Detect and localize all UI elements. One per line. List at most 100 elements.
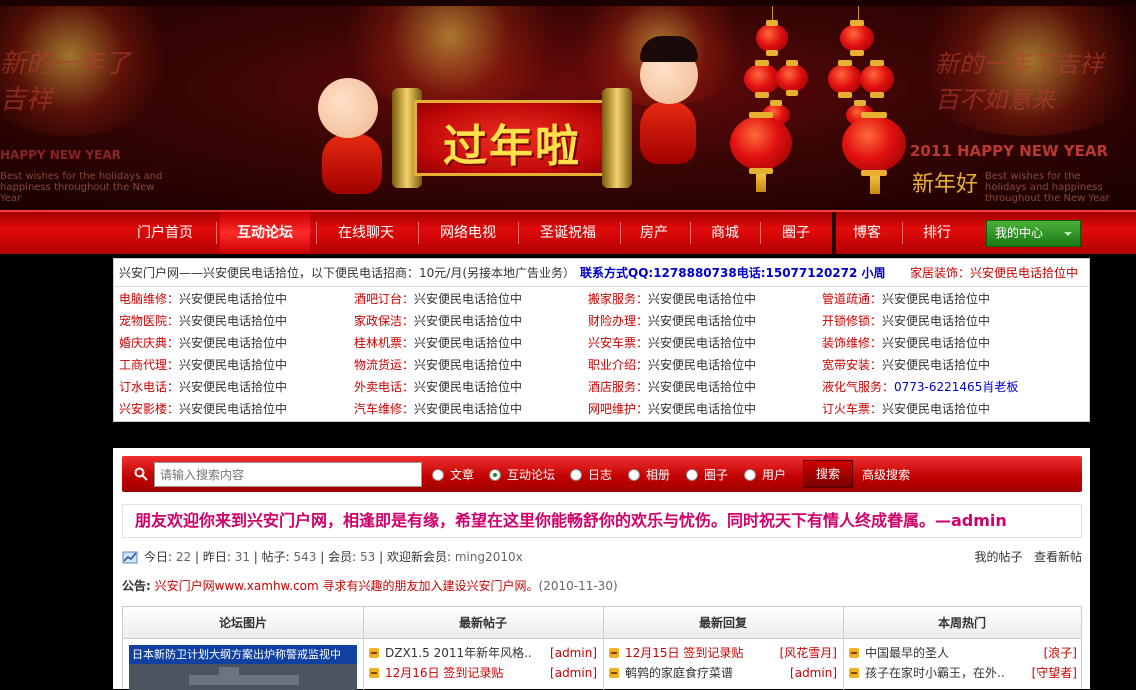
service-entry[interactable]: 搬家服务：兴安便民电话拾位中 [588, 288, 756, 310]
nav-home[interactable]: 门户首页 [120, 212, 210, 254]
thread-title[interactable]: DZX1.5 2011年新年风格.. [385, 646, 532, 660]
lantern-icon [860, 60, 894, 98]
thread-title[interactable]: 中国最早的圣人 [865, 646, 949, 660]
service-entry[interactable]: 财险办理：兴安便民电话拾位中 [588, 310, 756, 332]
service-key: 兴安车票： [588, 336, 649, 350]
service-entry[interactable]: 订水电话：兴安便民电话拾位中 [119, 376, 287, 398]
nav-tv[interactable]: 网络电视 [422, 212, 514, 254]
thread-title[interactable]: 12月15日 签到记录贴 [625, 646, 743, 660]
banner-happy-left: HAPPY NEW YEAR [0, 148, 121, 162]
list-item[interactable]: DZX1.5 2011年新年风格.. [admin] [369, 643, 597, 663]
service-entry[interactable]: 家政保洁：兴安便民电话拾位中 [354, 310, 522, 332]
service-key: 搬家服务： [588, 292, 649, 306]
service-key: 装饰维修： [822, 336, 883, 350]
thread-author[interactable]: [admin] [550, 663, 597, 683]
thread-icon [369, 648, 379, 658]
service-value: 兴安便民电话拾位中 [414, 358, 523, 372]
thread-author[interactable]: [风花雪月] [780, 643, 837, 663]
nav-christmas[interactable]: 圣诞祝福 [522, 212, 614, 254]
radio-icon [432, 469, 444, 481]
search-option-circle[interactable]: 圈子 [686, 467, 728, 483]
grid-header-latest-replies: 最新回复 [603, 607, 843, 639]
service-key: 开锁修锁： [822, 314, 883, 328]
service-key: 婚庆庆典： [119, 336, 180, 350]
search-option-album[interactable]: 相册 [628, 467, 670, 483]
service-entry[interactable]: 宽带安装：兴安便民电话拾位中 [822, 354, 990, 376]
thread-author[interactable]: [浪子] [1044, 643, 1077, 663]
service-entry[interactable]: 兴安影楼：兴安便民电话拾位中 [119, 398, 287, 420]
forum-picture[interactable]: 日本新防卫计划大纲方案出炉称警戒监视中 [129, 645, 357, 690]
service-entry[interactable]: 装饰维修：兴安便民电话拾位中 [822, 332, 990, 354]
service-entry[interactable]: 订火车票：兴安便民电话拾位中 [822, 398, 990, 420]
lantern-icon [828, 60, 862, 98]
today-count: 22 [175, 550, 192, 564]
stat-divider: | [191, 550, 203, 564]
nav-house[interactable]: 房产 [624, 212, 684, 254]
ship-shape [219, 667, 239, 677]
search-option-blog[interactable]: 日志 [570, 467, 612, 483]
list-item[interactable]: 中国最早的圣人 [浪子] [849, 643, 1077, 663]
lantern-icon [756, 20, 788, 56]
announcement-link[interactable]: 兴安门户网www.xamhw.com 寻求有兴趣的朋友加入建设兴安门户网。 [155, 579, 539, 593]
thread-author[interactable]: [admin] [790, 663, 837, 683]
nav-blog[interactable]: 博客 [838, 212, 896, 254]
service-entry[interactable]: 网吧维护：兴安便民电话拾位中 [588, 398, 756, 420]
list-item[interactable]: 12月15日 签到记录贴 [风花雪月] [609, 643, 837, 663]
list-item[interactable]: 12月16日 签到记录贴 [admin] [369, 663, 597, 683]
service-entry[interactable]: 管道疏通：兴安便民电话拾位中 [822, 288, 990, 310]
info-contact-text[interactable]: 联系方式QQ:1278880738电话:15077120272 小周 [580, 259, 886, 287]
picture-caption[interactable]: 日本新防卫计划大纲方案出炉称警戒监视中 [129, 645, 357, 664]
service-entry[interactable]: 婚庆庆典：兴安便民电话拾位中 [119, 332, 287, 354]
service-entry[interactable]: 宠物医院：兴安便民电话拾位中 [119, 310, 287, 332]
list-item[interactable]: 鹌鹑的家庭食疗菜谱 [admin] [609, 663, 837, 683]
service-entry[interactable]: 酒店服务：兴安便民电话拾位中 [588, 376, 756, 398]
thread-title[interactable]: 12月16日 签到记录贴 [385, 666, 503, 680]
nav-chat[interactable]: 在线聊天 [320, 212, 412, 254]
thread-title[interactable]: 孩子在家时小霸王，在外.. [865, 666, 1005, 680]
new-member-link[interactable]: ming2010x [455, 550, 523, 564]
lantern-tassel [870, 176, 880, 194]
nav-forum[interactable]: 互动论坛 [220, 212, 310, 254]
service-entry[interactable]: 兴安车票：兴安便民电话拾位中 [588, 332, 756, 354]
service-entry[interactable]: 物流货运：兴安便民电话拾位中 [354, 354, 522, 376]
thread-author[interactable]: [守望者] [1032, 663, 1077, 683]
info-home-text[interactable]: 家居装饰：兴安便民电话拾位中 [910, 259, 1078, 287]
service-entry[interactable]: 开锁修锁：兴安便民电话拾位中 [822, 310, 990, 332]
service-entry[interactable]: 液化气服务：0773-6221465肖老板 [822, 376, 1018, 398]
thread-title[interactable]: 鹌鹑的家庭食疗菜谱 [625, 666, 733, 680]
service-entry[interactable]: 职业介绍：兴安便民电话拾位中 [588, 354, 756, 376]
service-entry[interactable]: 工商代理：兴安便民电话拾位中 [119, 354, 287, 376]
service-entry[interactable]: 外卖电话：兴安便民电话拾位中 [354, 376, 522, 398]
list-item[interactable]: 孩子在家时小霸王，在外.. [守望者] [849, 663, 1077, 683]
nav-rank[interactable]: 排行 [906, 212, 968, 254]
search-option-user[interactable]: 用户 [744, 467, 786, 483]
service-key: 物流货运： [354, 358, 415, 372]
info-main-text: 兴安门户网——兴安便民电话拾位，以下便民电话招商：10元/月(另接本地广告业务） [119, 266, 575, 280]
search-option-article[interactable]: 文章 [432, 467, 474, 483]
service-value: 0773-6221465肖老板 [894, 380, 1019, 394]
service-key: 家政保洁： [354, 314, 415, 328]
advanced-search-link[interactable]: 高级搜索 [862, 466, 910, 483]
my-center-button[interactable]: 我的中心 [986, 220, 1081, 247]
search-option-label: 圈子 [704, 468, 729, 482]
service-entry[interactable]: 汽车维修：兴安便民电话拾位中 [354, 398, 522, 420]
thread-author[interactable]: [admin] [550, 643, 597, 663]
nav-circle[interactable]: 圈子 [764, 212, 828, 254]
stat-divider: | [316, 550, 329, 564]
nav-mall[interactable]: 商城 [694, 212, 756, 254]
service-value: 兴安便民电话拾位中 [414, 292, 523, 306]
my-posts-link[interactable]: 我的帖子 [975, 550, 1023, 564]
thread-icon [609, 668, 619, 678]
my-center-label: 我的中心 [995, 226, 1044, 240]
nav-gap [832, 212, 836, 254]
search-button[interactable]: 搜索 [803, 460, 853, 488]
service-value: 兴安便民电话拾位中 [648, 336, 757, 350]
today-label: 今日: [144, 550, 173, 564]
service-entry[interactable]: 桂林机票：兴安便民电话拾位中 [354, 332, 522, 354]
view-new-posts-link[interactable]: 查看新帖 [1034, 550, 1082, 564]
convenience-phone-box: 兴安门户网——兴安便民电话拾位，以下便民电话招商：10元/月(另接本地广告业务）… [113, 258, 1090, 422]
search-option-forum[interactable]: 互动论坛 [489, 467, 555, 483]
service-entry[interactable]: 电脑维修：兴安便民电话拾位中 [119, 288, 287, 310]
search-input[interactable] [154, 462, 422, 487]
service-entry[interactable]: 酒吧订台：兴安便民电话拾位中 [354, 288, 522, 310]
